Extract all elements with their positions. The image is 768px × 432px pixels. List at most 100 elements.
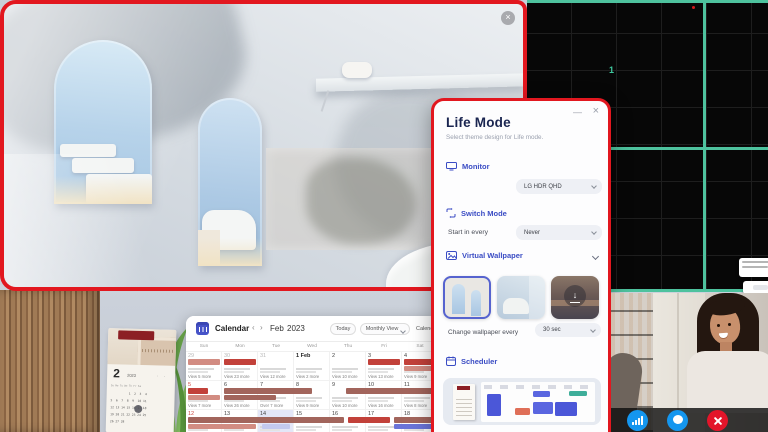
video-call-window (611, 293, 768, 432)
tooltip-text-line (742, 261, 768, 263)
screen: 2 2023 · · Su Mo Tu We Th Fr Sa 1 2 3 4 … (0, 0, 768, 432)
view-more-link[interactable]: View 26 more (224, 403, 250, 408)
paper-calendar-year: 2023 (127, 373, 136, 378)
calendar-icon (446, 356, 456, 366)
close-icon[interactable]: × (593, 105, 599, 117)
view-more-link[interactable]: View 10 more (332, 374, 358, 379)
view-more-link[interactable]: View 8 more (404, 403, 427, 408)
event-bar[interactable] (262, 424, 290, 429)
paper-calendar-month: 2 (113, 366, 120, 380)
event-bar[interactable] (188, 395, 220, 401)
wallpaper-interval-dropdown[interactable]: 30 sec (535, 323, 601, 337)
view-more-link[interactable]: View 12 more (260, 374, 286, 379)
calendar-day-cell[interactable]: 10View 16 more (366, 381, 402, 410)
signal-bar (638, 418, 640, 425)
wood-slat-wall (0, 290, 100, 432)
event-bar[interactable] (394, 417, 436, 423)
event-bar[interactable] (224, 359, 256, 365)
paper-calendar-week: 12 13 14 15 16 17 18 (110, 405, 170, 411)
view-more-link[interactable]: View 10 more (332, 403, 358, 408)
calendar-day-cell[interactable]: 31 View 12 more (258, 352, 294, 381)
wallpaper-thumb-download[interactable]: ↓ (551, 276, 599, 319)
change-wallpaper-label: Change wallpaper every (448, 329, 518, 336)
tooltip-text-line (742, 266, 768, 268)
event-bar[interactable] (188, 359, 220, 365)
next-month-button[interactable]: › (260, 323, 263, 332)
preview-event-block (515, 408, 530, 415)
event-bar[interactable] (394, 424, 436, 430)
view-more-link[interactable]: Over 7 more (260, 403, 283, 408)
minimize-icon[interactable]: — (573, 107, 582, 117)
event-bar[interactable] (224, 388, 312, 394)
prev-month-button[interactable]: ‹ (252, 323, 255, 332)
switch-mode-label: Switch Mode (461, 209, 507, 218)
end-call-button[interactable] (707, 410, 728, 431)
chevron-down-icon (400, 328, 406, 334)
event-bar[interactable] (224, 395, 276, 401)
monitor-label: Monitor (462, 162, 490, 171)
wallpaper-interval-value: 30 sec (543, 327, 561, 333)
calendar-window: Calendar ‹ › Feb 2023 Today Monthly View… (186, 316, 438, 432)
calendar-day-cell[interactable]: 30View 23 more (222, 352, 258, 381)
event-bar[interactable] (368, 359, 400, 365)
close-icon[interactable]: × (501, 11, 515, 25)
chat-button[interactable] (667, 410, 688, 431)
view-dropdown[interactable]: Monthly View (360, 323, 410, 335)
view-more-link[interactable]: View 9 more (296, 403, 319, 408)
paper-wall-calendar: 2 2023 · · Su Mo Tu We Th Fr Sa 1 2 3 4 … (106, 328, 177, 432)
shelf-object (342, 62, 372, 78)
day-header: Sun (186, 342, 222, 351)
image-icon (446, 251, 457, 260)
view-more-link[interactable]: View 2 more (296, 374, 319, 379)
switch-interval-value: Never (524, 230, 540, 236)
event-bar[interactable] (188, 424, 256, 430)
calendar-day-cell[interactable]: 3View 13 more (366, 352, 402, 381)
tooltip-button-label (753, 285, 768, 290)
wallpaper-thumb-selected[interactable] (443, 276, 491, 319)
calendar-day-cell[interactable]: 29View 5 more (186, 352, 222, 381)
scheduler-preview[interactable] (443, 378, 601, 425)
section-collapse-chevron-icon[interactable] (592, 253, 599, 260)
calendar-day-cell[interactable]: 2 View 10 more (330, 352, 366, 381)
record-dot (692, 6, 695, 9)
view-more-link[interactable]: View 23 more (224, 374, 250, 379)
switch-mode-section-header: Switch Mode (446, 208, 507, 218)
view-more-link[interactable]: View 5 more (188, 374, 211, 379)
view-more-link[interactable]: View 13 more (368, 374, 394, 379)
wallpaper-thumb-2[interactable] (497, 276, 545, 319)
event-bar[interactable] (188, 417, 344, 423)
switch-interval-dropdown[interactable]: Never (516, 225, 602, 240)
call-control-bar (611, 408, 768, 432)
download-tray (570, 302, 580, 303)
switch-mode-icon (446, 208, 456, 218)
today-button[interactable]: Today (330, 323, 356, 335)
event-bar[interactable] (188, 388, 208, 394)
date-number: 31 (260, 353, 266, 359)
preview-event-block (555, 402, 577, 416)
signal-bar (632, 422, 634, 425)
view-more-link[interactable]: View 9 more (404, 374, 427, 379)
view-more-link[interactable]: View 16 more (368, 403, 394, 408)
thumb-arch (471, 290, 481, 316)
virtual-wallpaper-section-header: Virtual Wallpaper (446, 251, 523, 260)
scheduler-section-header: Scheduler (446, 356, 497, 366)
event-bar[interactable] (346, 388, 436, 394)
monitor-dropdown-value: LG HDR QHD (524, 184, 562, 190)
preview-event-block (569, 391, 587, 396)
scheduler-label: Scheduler (461, 357, 497, 366)
thumb-arch (452, 284, 465, 314)
calendar-title: Calendar (215, 324, 249, 333)
signal-quality-button[interactable] (627, 410, 648, 431)
calendar-day-cell[interactable]: 1 FebView 2 more (294, 352, 330, 381)
preview-event-block (533, 391, 550, 397)
signal-bar (641, 416, 643, 425)
calendar-day-cell[interactable]: 9View 10 more (330, 381, 366, 410)
monitor-dropdown[interactable]: LG HDR QHD (516, 179, 602, 194)
life-mode-panel: — × Life Mode Select theme design for Li… (431, 98, 611, 432)
view-more-link[interactable]: View 7 more (188, 403, 211, 408)
paper-calendar-dots: · · (156, 373, 167, 379)
calendar-day-cell[interactable]: 8View 9 more (294, 381, 330, 410)
thumb-object (503, 298, 529, 314)
date-number: 2 (332, 353, 335, 359)
event-bar[interactable] (348, 417, 390, 423)
